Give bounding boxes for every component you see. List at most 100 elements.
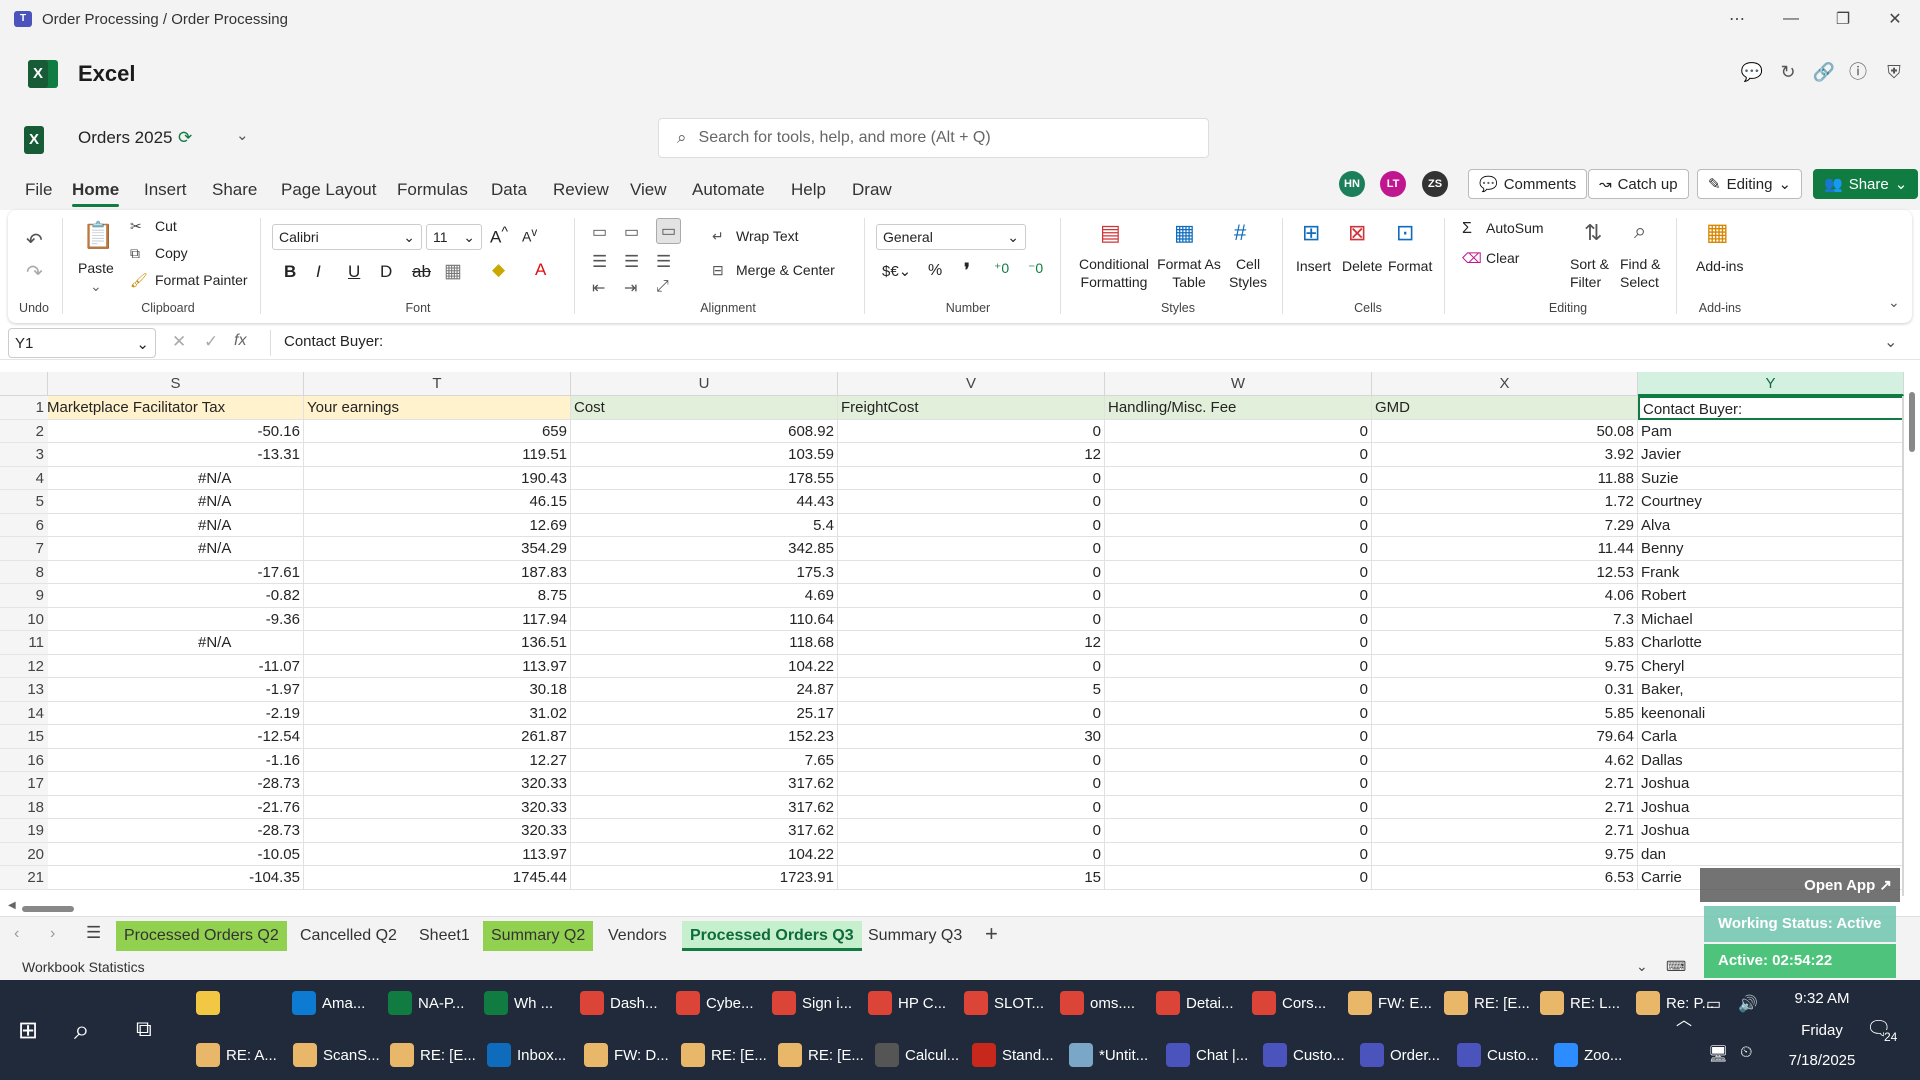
row-header[interactable]: 12 xyxy=(0,654,48,678)
table-cell[interactable]: 118.68 xyxy=(571,631,838,655)
table-cell[interactable]: 11.88 xyxy=(1372,466,1638,490)
table-cell[interactable]: 0 xyxy=(838,560,1105,584)
header-cell[interactable]: Marketplace Facilitator Tax xyxy=(48,396,304,420)
table-cell[interactable]: Michael xyxy=(1638,607,1904,631)
font-color-icon[interactable]: A xyxy=(535,260,546,280)
taskbar-item[interactable]: RE: A... xyxy=(196,1036,277,1074)
table-cell[interactable]: 44.43 xyxy=(571,490,838,514)
table-cell[interactable]: 0 xyxy=(838,701,1105,725)
table-cell[interactable]: 0 xyxy=(838,513,1105,537)
table-cell[interactable]: 30 xyxy=(838,725,1105,749)
row-header[interactable]: 5 xyxy=(0,490,48,514)
increase-indent-icon[interactable]: ⇥ xyxy=(624,278,637,298)
table-cell[interactable]: 79.64 xyxy=(1372,725,1638,749)
table-cell[interactable]: 0 xyxy=(1105,678,1372,702)
share-button[interactable]: 👥 Share ⌄ xyxy=(1813,169,1919,199)
table-cell[interactable]: 0 xyxy=(838,795,1105,819)
horizontal-scrollbar[interactable]: ◀ xyxy=(8,900,1898,914)
column-header-t[interactable]: T xyxy=(304,372,571,396)
taskbar-item[interactable]: FW: E... xyxy=(1348,984,1432,1022)
format-as-table-label-2[interactable]: Table xyxy=(1154,274,1224,290)
wrap-text-button[interactable]: Wrap Text xyxy=(736,228,799,244)
row-header[interactable]: 11 xyxy=(0,631,48,655)
taskbar-item[interactable]: RE: [E... xyxy=(1444,984,1530,1022)
table-cell[interactable]: 320.33 xyxy=(304,795,571,819)
table-cell[interactable]: #N/A xyxy=(48,490,304,514)
table-cell[interactable]: 0 xyxy=(838,819,1105,843)
number-format-select[interactable]: General ⌄ xyxy=(876,224,1026,250)
refresh-icon[interactable]: ↻ xyxy=(1776,60,1800,84)
table-cell[interactable]: -10.05 xyxy=(48,842,304,866)
column-header-u[interactable]: U xyxy=(571,372,838,396)
table-cell[interactable]: Carla xyxy=(1638,725,1904,749)
decrease-indent-icon[interactable]: ⇤ xyxy=(592,278,605,298)
redo-icon[interactable]: ↷ xyxy=(26,260,43,285)
align-top-icon[interactable]: ▭ xyxy=(592,222,607,242)
formula-input[interactable]: Contact Buyer: xyxy=(284,333,383,350)
taskbar-item[interactable]: FW: D... xyxy=(584,1036,669,1074)
chevron-down-icon[interactable]: ⌄ xyxy=(1636,958,1648,975)
table-cell[interactable]: 0 xyxy=(1105,607,1372,631)
table-cell[interactable]: Dallas xyxy=(1638,748,1904,772)
table-cell[interactable]: 0 xyxy=(1105,819,1372,843)
currency-icon[interactable]: $€⌄ xyxy=(882,262,911,280)
taskbar-item[interactable]: Ama... xyxy=(292,984,365,1022)
taskbar-item[interactable]: Dash... xyxy=(580,984,658,1022)
show-hidden-icons[interactable]: ︿ xyxy=(1676,1006,1692,1030)
tab-insert[interactable]: Insert xyxy=(144,175,187,205)
column-header-y[interactable]: Y xyxy=(1638,372,1904,396)
row-header[interactable]: 13 xyxy=(0,678,48,702)
editing-mode-button[interactable]: ✎ Editing ⌄ xyxy=(1697,169,1803,199)
link-icon[interactable]: 🔗 xyxy=(1812,60,1836,84)
table-cell[interactable]: 175.3 xyxy=(571,560,838,584)
sheet-tab[interactable]: Cancelled Q2 xyxy=(292,921,405,951)
row-header[interactable]: 8 xyxy=(0,560,48,584)
table-cell[interactable]: Cheryl xyxy=(1638,654,1904,678)
table-cell[interactable]: 5.83 xyxy=(1372,631,1638,655)
increase-font-icon[interactable]: A^ xyxy=(490,224,508,248)
taskbar-item[interactable]: Custo... xyxy=(1457,1036,1539,1074)
tab-help[interactable]: Help xyxy=(791,175,826,205)
table-cell[interactable]: -13.31 xyxy=(48,443,304,467)
table-cell[interactable]: 0 xyxy=(838,654,1105,678)
align-center-icon[interactable]: ☰ xyxy=(624,252,639,272)
table-cell[interactable]: 0 xyxy=(838,419,1105,443)
taskbar-item[interactable]: Calcul... xyxy=(875,1036,959,1074)
tab-file[interactable]: File xyxy=(25,175,52,205)
table-cell[interactable]: 7.29 xyxy=(1372,513,1638,537)
table-cell[interactable]: 0 xyxy=(838,584,1105,608)
table-cell[interactable]: 0 xyxy=(838,537,1105,561)
shield-icon[interactable]: ⛨ xyxy=(1882,60,1906,84)
clock-time[interactable]: 9:32 AM xyxy=(1774,990,1870,1007)
taskbar-item[interactable]: RE: [E... xyxy=(390,1036,476,1074)
table-cell[interactable]: Benny xyxy=(1638,537,1904,561)
table-cell[interactable]: dan xyxy=(1638,842,1904,866)
table-cell[interactable]: -9.36 xyxy=(48,607,304,631)
table-cell[interactable]: 12.53 xyxy=(1372,560,1638,584)
sheet-tab-active[interactable]: Processed Orders Q3 xyxy=(682,921,862,951)
table-cell[interactable]: 9.75 xyxy=(1372,842,1638,866)
chevron-down-icon[interactable]: ⌄ xyxy=(236,126,249,144)
tab-page-layout[interactable]: Page Layout xyxy=(281,175,376,205)
table-cell[interactable]: 0 xyxy=(1105,537,1372,561)
info-icon[interactable]: ⓘ xyxy=(1846,60,1870,84)
table-cell[interactable]: 113.97 xyxy=(304,842,571,866)
align-bottom-icon[interactable]: ▭ xyxy=(656,218,682,244)
all-sheets-icon[interactable]: ☰ xyxy=(86,923,101,943)
taskbar-item[interactable]: RE: L... xyxy=(1540,984,1620,1022)
more-options-button[interactable]: ⋯ xyxy=(1712,0,1762,38)
table-cell[interactable]: 7.3 xyxy=(1372,607,1638,631)
row-header[interactable]: 6 xyxy=(0,513,48,537)
align-left-icon[interactable]: ☰ xyxy=(592,252,607,272)
table-cell[interactable]: 0 xyxy=(1105,866,1372,890)
start-icon[interactable]: ⊞ xyxy=(18,1016,38,1045)
row-header[interactable]: 4 xyxy=(0,466,48,490)
table-cell[interactable]: 9.75 xyxy=(1372,654,1638,678)
fill-color-icon[interactable]: ◆ xyxy=(492,260,505,280)
taskbar-item[interactable]: ScanS... xyxy=(293,1036,380,1074)
taskbar-item[interactable]: *Untit... xyxy=(1069,1036,1148,1074)
format-cells-button[interactable]: Format xyxy=(1388,258,1432,274)
table-cell[interactable]: 0 xyxy=(1105,772,1372,796)
row-header[interactable]: 19 xyxy=(0,819,48,843)
table-cell[interactable]: -28.73 xyxy=(48,772,304,796)
